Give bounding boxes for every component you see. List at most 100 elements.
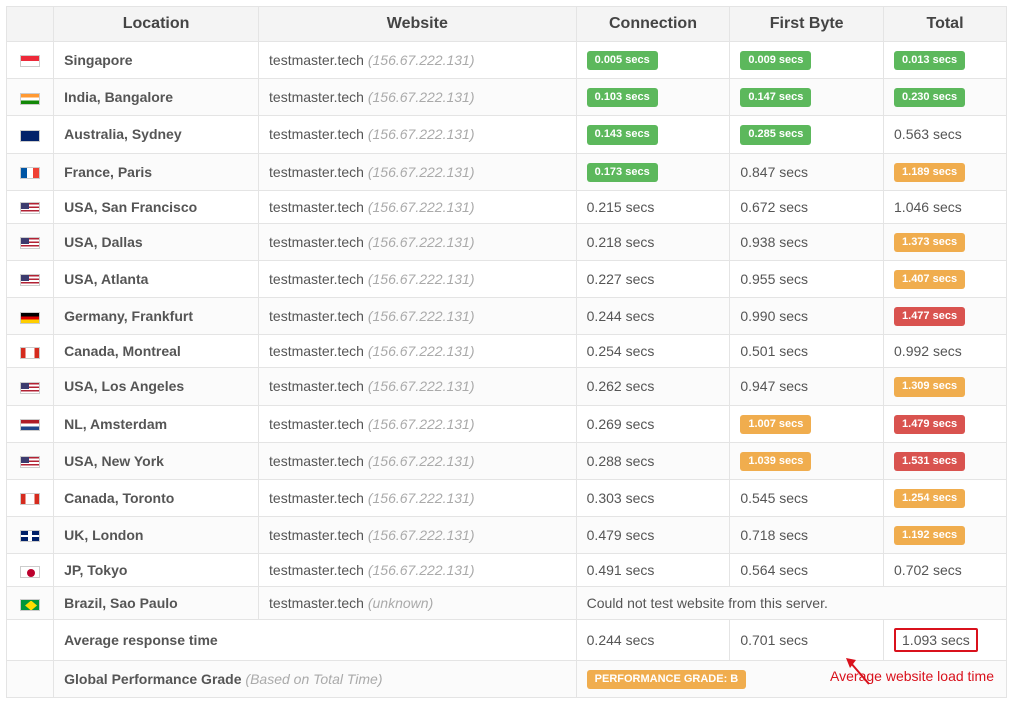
website-ip: (156.67.222.131) <box>368 562 475 578</box>
flag-icon <box>20 419 40 431</box>
website-cell: testmaster.tech (156.67.222.131) <box>259 368 577 405</box>
website-cell: testmaster.tech (156.67.222.131) <box>259 79 577 116</box>
total-cell: 1.479 secs <box>884 405 1007 442</box>
timing-badge: 0.005 secs <box>587 51 658 70</box>
flag-cell <box>7 405 54 442</box>
header-website[interactable]: Website <box>259 7 577 42</box>
website-domain: testmaster.tech <box>269 453 364 469</box>
total-cell: 1.046 secs <box>884 190 1007 223</box>
first-byte-cell: 0.718 secs <box>730 517 884 554</box>
connection-cell: 0.491 secs <box>576 554 730 587</box>
total-cell: 1.531 secs <box>884 442 1007 479</box>
flag-icon <box>20 599 40 611</box>
connection-cell: 0.103 secs <box>576 79 730 116</box>
location-text: Canada, Montreal <box>64 343 181 359</box>
annotation-text: Average website load time <box>830 668 994 684</box>
first-byte-cell: 0.990 secs <box>730 298 884 335</box>
connection-cell: 0.227 secs <box>576 260 730 297</box>
flag-cell <box>7 260 54 297</box>
flag-cell <box>7 442 54 479</box>
flag-cell <box>7 335 54 368</box>
website-cell: testmaster.tech (156.67.222.131) <box>259 153 577 190</box>
timing-value: 0.702 secs <box>894 562 962 578</box>
flag-cell <box>7 517 54 554</box>
table-row: Canada, Toronto testmaster.tech (156.67.… <box>7 479 1007 516</box>
flag-cell <box>7 153 54 190</box>
header-first-byte[interactable]: First Byte <box>730 7 884 42</box>
timing-badge: 1.039 secs <box>740 452 811 471</box>
flag-icon <box>20 347 40 359</box>
first-byte-cell: 0.285 secs <box>730 116 884 153</box>
flag-cell <box>7 554 54 587</box>
location-text: Brazil, Sao Paulo <box>64 595 178 611</box>
first-byte-cell: 0.672 secs <box>730 190 884 223</box>
location-text: USA, New York <box>64 453 164 469</box>
location-text: Germany, Frankfurt <box>64 308 193 324</box>
average-row: Average response time 0.244 secs 0.701 s… <box>7 620 1007 661</box>
website-domain: testmaster.tech <box>269 416 364 432</box>
flag-cell <box>7 116 54 153</box>
header-connection[interactable]: Connection <box>576 7 730 42</box>
timing-badge: 1.477 secs <box>894 307 965 326</box>
website-ip: (unknown) <box>368 595 433 611</box>
timing-value: 0.545 secs <box>740 490 808 506</box>
header-total[interactable]: Total <box>884 7 1007 42</box>
timing-badge: 1.531 secs <box>894 452 965 471</box>
header-location[interactable]: Location <box>54 7 259 42</box>
website-cell: testmaster.tech (156.67.222.131) <box>259 260 577 297</box>
timing-badge: 0.230 secs <box>894 88 965 107</box>
timing-value: 0.244 secs <box>587 308 655 324</box>
website-domain: testmaster.tech <box>269 199 364 215</box>
location-cell: USA, San Francisco <box>54 190 259 223</box>
location-cell: USA, New York <box>54 442 259 479</box>
location-text: UK, London <box>64 527 143 543</box>
website-ip: (156.67.222.131) <box>368 271 475 287</box>
timing-value: 0.955 secs <box>740 271 808 287</box>
website-cell: testmaster.tech (156.67.222.131) <box>259 298 577 335</box>
table-row: France, Paris testmaster.tech (156.67.22… <box>7 153 1007 190</box>
timing-value: 0.501 secs <box>740 343 808 359</box>
website-ip: (156.67.222.131) <box>368 527 475 543</box>
first-byte-cell: 0.938 secs <box>730 223 884 260</box>
flag-icon <box>20 312 40 324</box>
flag-icon <box>20 237 40 249</box>
location-text: NL, Amsterdam <box>64 416 167 432</box>
flag-icon <box>20 130 40 142</box>
first-byte-cell: 1.007 secs <box>730 405 884 442</box>
total-cell: 0.563 secs <box>884 116 1007 153</box>
first-byte-cell: 0.147 secs <box>730 79 884 116</box>
location-text: Singapore <box>64 52 132 68</box>
table-row: JP, Tokyo testmaster.tech (156.67.222.13… <box>7 554 1007 587</box>
connection-cell: 0.269 secs <box>576 405 730 442</box>
timing-value: 0.491 secs <box>587 562 655 578</box>
table-row: India, Bangalore testmaster.tech (156.67… <box>7 79 1007 116</box>
average-label-cell: Average response time <box>54 620 577 661</box>
first-byte-cell: 0.955 secs <box>730 260 884 297</box>
website-domain: testmaster.tech <box>269 595 364 611</box>
connection-cell: 0.173 secs <box>576 153 730 190</box>
connection-cell: 0.005 secs <box>576 42 730 79</box>
total-cell: 1.254 secs <box>884 479 1007 516</box>
website-domain: testmaster.tech <box>269 490 364 506</box>
flag-cell <box>7 190 54 223</box>
first-byte-cell: 0.847 secs <box>730 153 884 190</box>
timing-value: 0.218 secs <box>587 234 655 250</box>
total-cell: 0.013 secs <box>884 42 1007 79</box>
table-row: USA, Atlanta testmaster.tech (156.67.222… <box>7 260 1007 297</box>
website-domain: testmaster.tech <box>269 164 364 180</box>
timing-badge: 0.147 secs <box>740 88 811 107</box>
website-domain: testmaster.tech <box>269 562 364 578</box>
location-text: Canada, Toronto <box>64 490 174 506</box>
location-text: USA, Atlanta <box>64 271 148 287</box>
timing-value: 0.718 secs <box>740 527 808 543</box>
grade-label-cell: Global Performance Grade (Based on Total… <box>54 661 577 698</box>
connection-cell: 0.143 secs <box>576 116 730 153</box>
website-cell: testmaster.tech (156.67.222.131) <box>259 42 577 79</box>
timing-value: 0.847 secs <box>740 164 808 180</box>
first-byte-cell: 1.039 secs <box>730 442 884 479</box>
website-ip: (156.67.222.131) <box>368 416 475 432</box>
header-flag[interactable] <box>7 7 54 42</box>
table-row: USA, New York testmaster.tech (156.67.22… <box>7 442 1007 479</box>
flag-icon <box>20 382 40 394</box>
website-ip: (156.67.222.131) <box>368 199 475 215</box>
